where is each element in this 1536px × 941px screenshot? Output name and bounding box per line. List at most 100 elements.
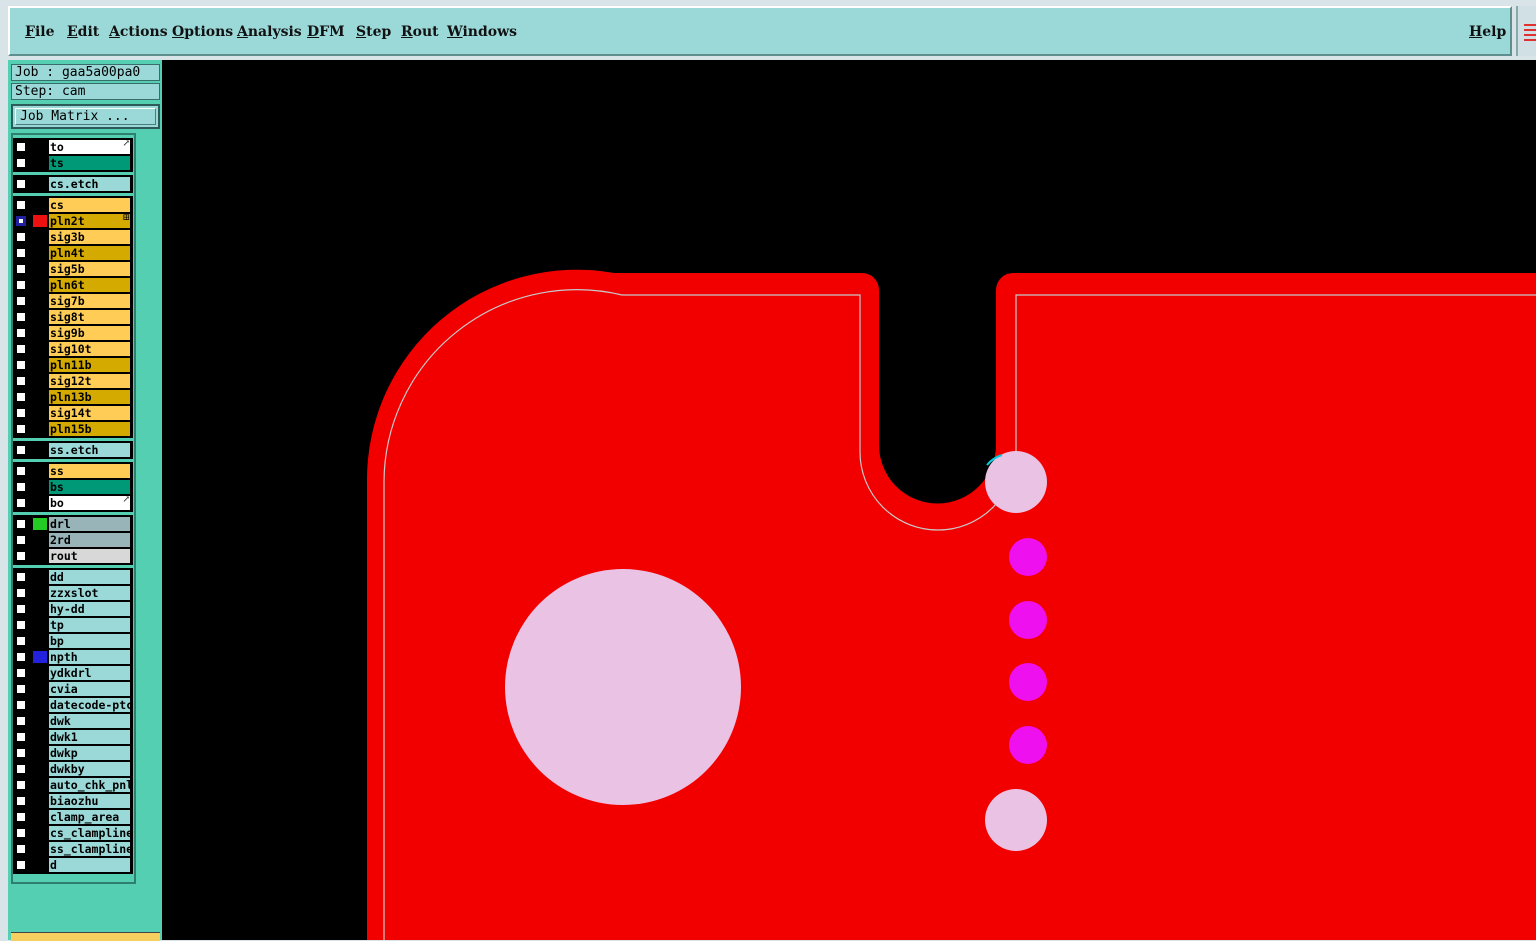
layer-row[interactable]: datecode-ptc <box>13 697 133 713</box>
layer-name[interactable]: bo <box>49 496 130 510</box>
layer-row[interactable]: drl <box>13 516 133 532</box>
layer-display-swatch[interactable] <box>33 141 47 153</box>
menu-rout[interactable]: Rout <box>401 24 439 40</box>
layer-row[interactable]: bo ↗ <box>13 495 133 511</box>
layer-name[interactable]: pln13b <box>49 390 130 404</box>
layer-checkbox[interactable] <box>16 445 26 455</box>
layer-row[interactable]: dwk <box>13 713 133 729</box>
layer-checkbox[interactable] <box>16 344 26 354</box>
layer-checkbox[interactable] <box>16 828 26 838</box>
layer-checkbox[interactable] <box>16 844 26 854</box>
menu-help[interactable]: Help <box>1469 24 1506 40</box>
layer-name[interactable]: dwk <box>49 714 130 728</box>
layer-row[interactable]: pln11b <box>13 357 133 373</box>
layer-row[interactable]: ts <box>13 155 133 171</box>
layer-checkbox[interactable] <box>16 158 26 168</box>
menu-dfm[interactable]: DFM <box>307 24 345 40</box>
menu-options[interactable]: Options <box>172 24 233 40</box>
layer-name[interactable]: ss_clampline <box>49 842 130 856</box>
layer-name[interactable]: d <box>49 858 130 872</box>
layer-checkbox[interactable] <box>16 216 26 226</box>
layer-row[interactable]: ss <box>13 463 133 479</box>
layer-display-swatch[interactable] <box>33 795 47 807</box>
layer-display-swatch[interactable] <box>33 518 47 530</box>
layer-display-swatch[interactable] <box>33 571 47 583</box>
layer-name[interactable]: pln15b <box>49 422 130 436</box>
layer-checkbox[interactable] <box>16 296 26 306</box>
layer-name[interactable]: sig3b <box>49 230 130 244</box>
menu-edit[interactable]: Edit <box>67 24 99 40</box>
layer-name[interactable]: cvia <box>49 682 130 696</box>
layer-display-swatch[interactable] <box>33 391 47 403</box>
layer-checkbox[interactable] <box>16 179 26 189</box>
layer-row[interactable]: zzxslot <box>13 585 133 601</box>
layer-name[interactable]: dwkp <box>49 746 130 760</box>
layer-checkbox[interactable] <box>16 668 26 678</box>
layer-display-swatch[interactable] <box>33 843 47 855</box>
layer-name[interactable]: rout <box>49 549 130 563</box>
layer-row[interactable]: sig3b <box>13 229 133 245</box>
layer-row[interactable]: auto_chk_pnl <box>13 777 133 793</box>
layer-name[interactable]: 2rd <box>49 533 130 547</box>
layer-display-swatch[interactable] <box>33 231 47 243</box>
layer-row[interactable]: bs <box>13 479 133 495</box>
layer-checkbox[interactable] <box>16 248 26 258</box>
layer-display-swatch[interactable] <box>33 603 47 615</box>
layer-name[interactable]: drl <box>49 517 130 531</box>
layer-display-swatch[interactable] <box>33 327 47 339</box>
layer-row[interactable]: pln6t <box>13 277 133 293</box>
layer-row[interactable]: cvia <box>13 681 133 697</box>
job-matrix-button[interactable]: Job Matrix ... <box>15 108 156 125</box>
layer-display-swatch[interactable] <box>33 747 47 759</box>
layer-display-swatch[interactable] <box>33 587 47 599</box>
layer-name[interactable]: to <box>49 140 130 154</box>
layer-checkbox[interactable] <box>16 812 26 822</box>
layer-row[interactable]: clamp_area <box>13 809 133 825</box>
layer-row[interactable]: biaozhu <box>13 793 133 809</box>
layer-name[interactable]: dwk1 <box>49 730 130 744</box>
layer-row[interactable]: pln13b <box>13 389 133 405</box>
layer-display-swatch[interactable] <box>33 423 47 435</box>
layer-name[interactable]: ss.etch <box>49 443 130 457</box>
layer-name[interactable]: cs_clampline <box>49 826 130 840</box>
layer-name[interactable]: sig14t <box>49 406 130 420</box>
layer-row[interactable]: ss.etch <box>13 442 133 458</box>
layer-row[interactable]: sig8t <box>13 309 133 325</box>
layer-display-swatch[interactable] <box>33 407 47 419</box>
layer-name[interactable]: hy-dd <box>49 602 130 616</box>
layer-checkbox[interactable] <box>16 466 26 476</box>
layer-checkbox[interactable] <box>16 535 26 545</box>
layer-display-swatch[interactable] <box>33 263 47 275</box>
layer-checkbox[interactable] <box>16 408 26 418</box>
layer-name[interactable]: bp <box>49 634 130 648</box>
layer-display-swatch[interactable] <box>33 667 47 679</box>
layer-display-swatch[interactable] <box>33 199 47 211</box>
layer-name[interactable]: cs <box>49 198 130 212</box>
layer-checkbox[interactable] <box>16 780 26 790</box>
layer-row[interactable]: rout <box>13 548 133 564</box>
layer-row[interactable]: cs.etch <box>13 176 133 192</box>
layer-name[interactable]: auto_chk_pnl <box>49 778 130 792</box>
layer-checkbox[interactable] <box>16 312 26 322</box>
layer-display-swatch[interactable] <box>33 481 47 493</box>
layer-checkbox[interactable] <box>16 764 26 774</box>
layer-row[interactable]: ss_clampline <box>13 841 133 857</box>
layer-name[interactable]: dwkby <box>49 762 130 776</box>
layer-display-swatch[interactable] <box>33 859 47 871</box>
layer-display-swatch[interactable] <box>33 811 47 823</box>
layer-row[interactable]: pln15b <box>13 421 133 437</box>
layer-name[interactable]: tp <box>49 618 130 632</box>
layer-checkbox[interactable] <box>16 280 26 290</box>
layer-row[interactable]: 2rd <box>13 532 133 548</box>
layer-display-swatch[interactable] <box>33 343 47 355</box>
layer-name[interactable]: biaozhu <box>49 794 130 808</box>
layer-checkbox[interactable] <box>16 376 26 386</box>
layer-name[interactable]: clamp_area <box>49 810 130 824</box>
menu-windows[interactable]: Windows <box>447 24 517 40</box>
layer-checkbox[interactable] <box>16 748 26 758</box>
layer-row[interactable]: sig5b <box>13 261 133 277</box>
layer-display-swatch[interactable] <box>33 779 47 791</box>
layer-display-swatch[interactable] <box>33 550 47 562</box>
layer-row[interactable]: dwkby <box>13 761 133 777</box>
layer-row[interactable]: pln2t ⊞ <box>13 213 133 229</box>
